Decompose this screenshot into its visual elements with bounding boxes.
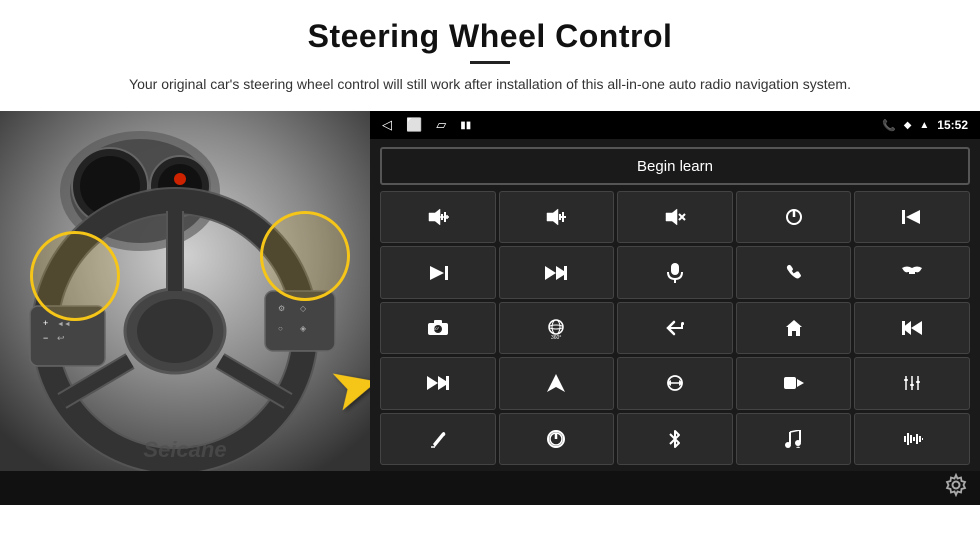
next-button[interactable] — [380, 246, 496, 298]
begin-learn-button[interactable]: Begin learn — [380, 147, 970, 185]
equalizer-button[interactable] — [854, 357, 970, 409]
seicane-watermark: Seicane — [143, 437, 226, 463]
back-nav-icon — [666, 320, 684, 336]
camera-icon: 360° — [428, 320, 448, 336]
power-circle-icon — [546, 429, 566, 449]
mic-icon — [667, 263, 683, 283]
phone-hangup-icon — [902, 266, 922, 280]
equalizer-icon — [903, 374, 921, 392]
record-button[interactable] — [736, 357, 852, 409]
svg-text:−: − — [43, 333, 48, 343]
home-nav-button[interactable] — [736, 302, 852, 354]
prev-track-button[interactable] — [854, 191, 970, 243]
mic-button[interactable] — [617, 246, 733, 298]
phone-status-icon: 📞 — [882, 119, 896, 132]
fast-fwd-icon — [427, 375, 449, 391]
content-area: + − ◄◄ ↩ ⚙ ◇ ○ ◈ ➤ Seicane — [0, 111, 980, 471]
navigation-icon — [547, 374, 565, 392]
svg-text:○: ○ — [278, 324, 283, 333]
music-icon: ✱ — [784, 430, 804, 448]
svg-text:◈: ◈ — [300, 324, 307, 333]
highlight-circle-left — [30, 231, 120, 321]
page-title: Steering Wheel Control — [60, 18, 920, 55]
svg-text:360°: 360° — [551, 335, 561, 339]
bluetooth-icon — [668, 429, 682, 449]
bluetooth-button[interactable] — [617, 413, 733, 465]
fast-fwd-button[interactable] — [380, 357, 496, 409]
skip-fwd-button[interactable] — [499, 246, 615, 298]
status-bar-right: 📞 ◆ ▲ 15:52 — [882, 118, 968, 132]
phone-hangup-button[interactable] — [854, 246, 970, 298]
vol-mute-icon — [664, 208, 686, 226]
360-view-button[interactable]: 360° — [499, 302, 615, 354]
vol-mute-button[interactable] — [617, 191, 733, 243]
svg-text:360°: 360° — [431, 326, 440, 331]
power-icon — [785, 208, 803, 226]
next-icon — [428, 265, 448, 281]
skip-back-icon — [902, 320, 922, 336]
settings-gear-icon[interactable] — [944, 473, 968, 503]
power-circle-button[interactable] — [499, 413, 615, 465]
skip-back-button[interactable] — [854, 302, 970, 354]
svg-text:+: + — [43, 318, 48, 328]
svg-text:◇: ◇ — [300, 304, 307, 313]
record-icon — [784, 375, 804, 391]
phone-answer-icon — [785, 264, 803, 282]
svg-text:↩: ↩ — [57, 333, 65, 343]
control-button-grid: 360° 360° — [370, 191, 980, 471]
gear-icon — [944, 473, 968, 497]
page-subtitle: Your original car's steering wheel contr… — [60, 74, 920, 95]
power-button[interactable] — [736, 191, 852, 243]
swap-button[interactable] — [617, 357, 733, 409]
pen-icon — [430, 430, 446, 448]
svg-text:⚙: ⚙ — [278, 304, 285, 313]
header: Steering Wheel Control Your original car… — [0, 0, 980, 105]
highlight-circle-right — [260, 211, 350, 301]
status-bar-left: ◁ ⬜ ▱ ▮▮ — [382, 117, 471, 133]
back-nav-button[interactable] — [617, 302, 733, 354]
page-wrapper: Steering Wheel Control Your original car… — [0, 0, 980, 546]
recents-icon: ▱ — [436, 117, 446, 133]
camera-button[interactable]: 360° — [380, 302, 496, 354]
pen-button[interactable] — [380, 413, 496, 465]
skip-fwd-icon — [545, 265, 567, 281]
back-icon: ◁ — [382, 117, 392, 133]
svg-text:◄◄: ◄◄ — [57, 321, 71, 328]
waveform-icon — [901, 431, 923, 447]
bottom-bar — [0, 471, 980, 505]
prev-track-icon — [902, 209, 922, 225]
home-icon: ⬜ — [406, 117, 422, 133]
music-button[interactable]: ✱ — [736, 413, 852, 465]
steering-image: + − ◄◄ ↩ ⚙ ◇ ○ ◈ ➤ Seicane — [0, 111, 370, 471]
title-divider — [470, 61, 510, 64]
home-nav-icon — [785, 319, 803, 337]
status-bar: ◁ ⬜ ▱ ▮▮ 📞 ◆ ▲ 15:52 — [370, 111, 980, 139]
vol-up-icon — [427, 208, 449, 226]
navigation-button[interactable] — [499, 357, 615, 409]
android-panel: ◁ ⬜ ▱ ▮▮ 📞 ◆ ▲ 15:52 Begin learn — [370, 111, 980, 471]
time-display: 15:52 — [937, 118, 968, 132]
signal-icon: ▲ — [919, 120, 929, 131]
notification-icons: ▮▮ — [460, 120, 471, 131]
wifi-icon: ◆ — [904, 120, 912, 131]
svg-text:✱: ✱ — [796, 446, 800, 448]
begin-learn-row: Begin learn — [370, 139, 980, 191]
phone-answer-button[interactable] — [736, 246, 852, 298]
swap-icon — [665, 374, 685, 392]
steering-bg: + − ◄◄ ↩ ⚙ ◇ ○ ◈ ➤ Seicane — [0, 111, 370, 471]
360-icon: 360° — [545, 317, 567, 339]
vol-down-button[interactable] — [499, 191, 615, 243]
vol-up-button[interactable] — [380, 191, 496, 243]
vol-down-icon — [545, 208, 567, 226]
waveform-button[interactable] — [854, 413, 970, 465]
